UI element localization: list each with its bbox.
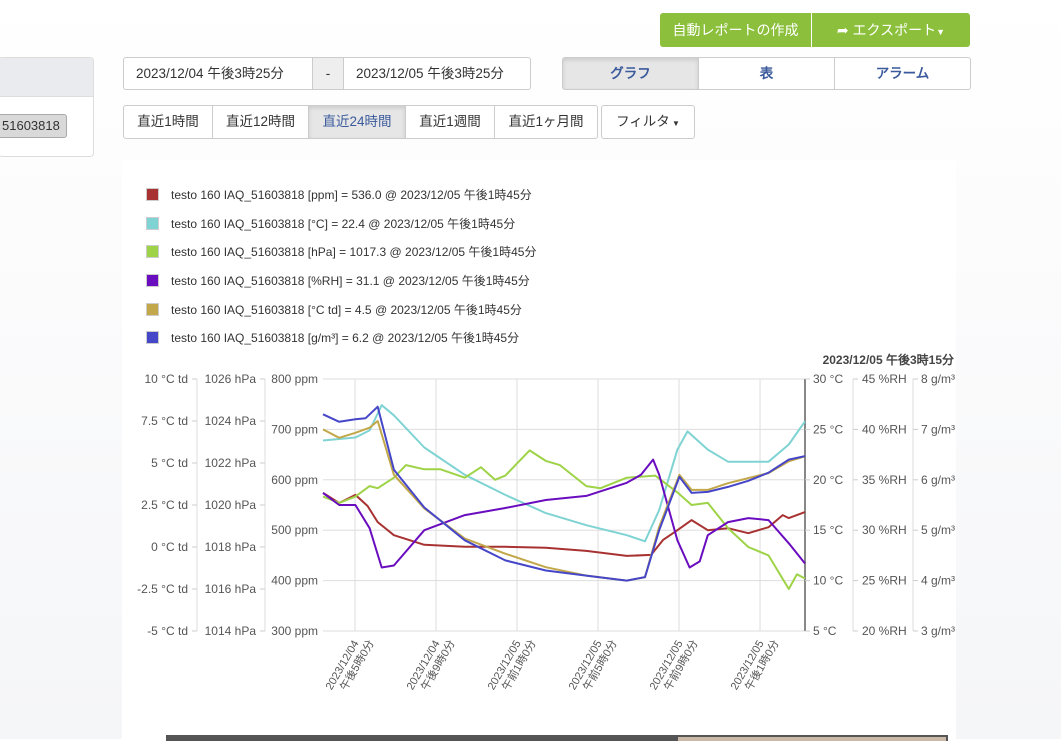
device-button[interactable]: 51603818 <box>0 114 67 138</box>
legend-label: testo 160 IAQ_51603818 [%RH] = 31.1 @ 20… <box>171 274 530 288</box>
share-arrow-icon: ➦ <box>836 22 849 38</box>
date-to-input[interactable]: 2023/12/05 午後3時25分 <box>343 57 531 90</box>
range-12-hours[interactable]: 直近12時間 <box>212 105 309 139</box>
legend-swatch <box>146 245 159 258</box>
range-1-week[interactable]: 直近1週間 <box>405 105 495 139</box>
device-card: 51603818 <box>0 57 94 157</box>
export-label: エクスポート <box>852 22 937 38</box>
date-from-input[interactable]: 2023/12/04 午後3時25分 <box>123 57 313 90</box>
caret-down-icon: ▼ <box>669 119 680 128</box>
bottom-table-header <box>166 735 948 741</box>
legend-swatch <box>146 188 159 201</box>
tab-graph[interactable]: グラフ <box>562 57 699 90</box>
legend-label: testo 160 IAQ_51603818 [°C td] = 4.5 @ 2… <box>171 303 522 317</box>
range-1-hour[interactable]: 直近1時間 <box>123 105 213 139</box>
legend-swatch <box>146 274 159 287</box>
legend-label: testo 160 IAQ_51603818 [g/m³] = 6.2 @ 20… <box>171 331 520 345</box>
legend-label: testo 160 IAQ_51603818 [°C] = 22.4 @ 202… <box>171 217 516 231</box>
legend-label: testo 160 IAQ_51603818 [hPa] = 1017.3 @ … <box>171 245 537 259</box>
range-1-month[interactable]: 直近1ヶ月間 <box>494 105 598 139</box>
tab-alarm[interactable]: アラーム <box>834 57 971 90</box>
filter-label: フィルタ <box>616 114 670 129</box>
device-card-header <box>0 58 93 97</box>
filter-dropdown[interactable]: フィルタ ▼ <box>601 105 695 139</box>
legend-swatch <box>146 217 159 230</box>
caret-down-icon: ▼ <box>936 27 946 37</box>
legend-label: testo 160 IAQ_51603818 [ppm] = 536.0 @ 2… <box>171 188 532 202</box>
date-separator: - <box>312 57 344 90</box>
tab-table[interactable]: 表 <box>698 57 835 90</box>
legend-swatch <box>146 331 159 344</box>
legend-swatch <box>146 303 159 316</box>
export-button[interactable]: ➦ エクスポート▼ <box>812 13 970 47</box>
range-24-hours[interactable]: 直近24時間 <box>308 105 406 139</box>
auto-report-button[interactable]: 自動レポートの作成 <box>660 13 811 47</box>
